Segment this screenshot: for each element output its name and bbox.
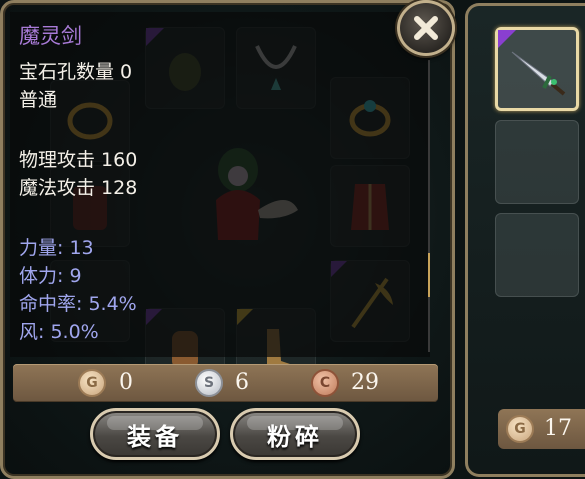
silver-coin-icon: S bbox=[195, 369, 223, 397]
magic-attack-stat: 魔法攻击 128 bbox=[19, 177, 138, 199]
equip-button-label: 装备 bbox=[127, 422, 183, 451]
smash-button[interactable]: 粉碎 bbox=[230, 408, 360, 460]
bonus-stat-hit-rate: 命中率: 5.4% bbox=[19, 293, 137, 315]
gem-socket-count: 宝石孔数量 0 bbox=[19, 61, 133, 83]
item-slot-empty[interactable] bbox=[495, 213, 579, 297]
sword-icon bbox=[498, 30, 566, 96]
copper-coin-icon: C bbox=[311, 369, 339, 397]
close-button[interactable] bbox=[397, 0, 455, 56]
physical-attack-stat: 物理攻击 160 bbox=[19, 149, 138, 171]
scrollbar-thumb[interactable] bbox=[428, 253, 430, 297]
item-quality: 普通 bbox=[19, 89, 58, 111]
bonus-stat-stamina: 体力: 9 bbox=[19, 265, 82, 287]
equip-button[interactable]: 装备 bbox=[90, 408, 220, 460]
item-slot-empty[interactable] bbox=[495, 120, 579, 204]
gold-total-box: G 17 bbox=[498, 409, 585, 449]
currency-bar: G 0 S 6 C 29 bbox=[13, 364, 438, 402]
close-icon bbox=[414, 16, 438, 40]
smash-button-label: 粉碎 bbox=[267, 422, 323, 451]
gold-coin-icon: G bbox=[506, 415, 534, 443]
item-slot-selected[interactable] bbox=[495, 27, 579, 111]
item-name: 魔灵剑 bbox=[19, 24, 82, 48]
bonus-stat-strength: 力量: 13 bbox=[19, 237, 94, 259]
gold-total: 17 bbox=[544, 416, 572, 441]
bonus-stat-wind: 风: 5.0% bbox=[19, 321, 99, 343]
gold-amount: 0 bbox=[119, 370, 133, 395]
tooltip-scrollbar[interactable] bbox=[428, 60, 430, 352]
copper-amount: 29 bbox=[351, 370, 379, 395]
gold-coin-icon: G bbox=[78, 369, 106, 397]
silver-amount: 6 bbox=[235, 370, 249, 395]
item-tooltip: 魔灵剑 宝石孔数量 0 普通 物理攻击 160 魔法攻击 128 力量: 13 … bbox=[10, 12, 430, 357]
